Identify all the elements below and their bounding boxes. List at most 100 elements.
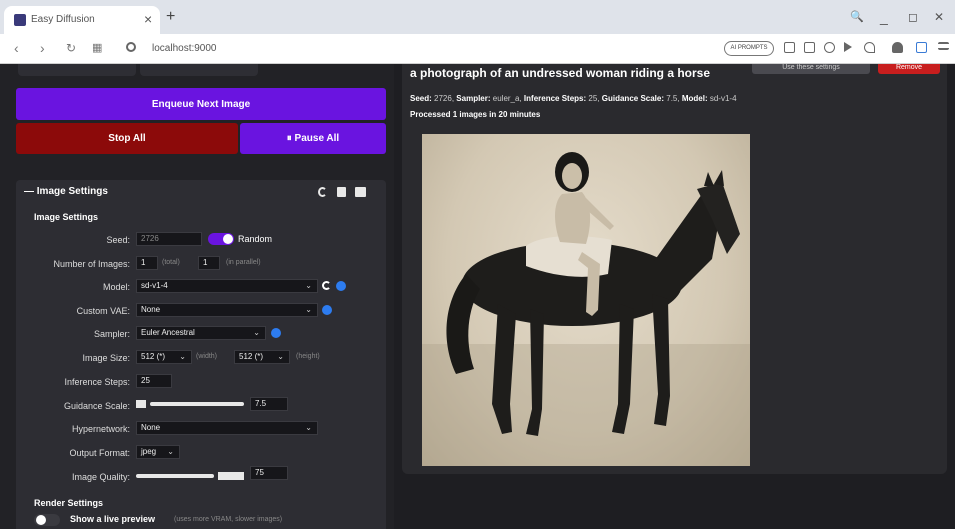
meta-seed-key: Seed: [410, 94, 432, 103]
refresh-icon[interactable] [322, 281, 331, 290]
inference-steps-input[interactable]: 25 [136, 374, 172, 388]
custom-vae-value: None [141, 305, 161, 314]
chevron-down-icon: ⌄ [277, 352, 284, 361]
info-icon[interactable] [336, 281, 346, 291]
search-tabs-icon[interactable]: 🔍 [850, 9, 864, 25]
reload-icon[interactable]: ↻ [66, 40, 76, 56]
address-bar: ‹ › ↻ ▦ localhost:9000 AI PROMPTS [0, 34, 955, 64]
info-icon[interactable] [271, 328, 281, 338]
profile-icon[interactable] [892, 42, 903, 53]
extension-icon[interactable] [916, 42, 927, 53]
live-preview-label: Show a live preview [70, 514, 156, 524]
site-info-icon[interactable] [126, 42, 136, 52]
enqueue-button[interactable]: Enqueue Next Image [16, 88, 386, 120]
settings-icon[interactable] [824, 42, 835, 53]
live-preview-toggle[interactable] [34, 514, 60, 526]
image-quality-input[interactable]: 75 [250, 466, 288, 480]
chevron-down-icon: ⌄ [167, 447, 174, 456]
ai-prompts-badge[interactable]: AI PROMPTS [724, 41, 774, 56]
pause-all-button[interactable]: ⏸ Pause All [240, 123, 386, 154]
reset-icon[interactable] [318, 187, 327, 197]
browse-button[interactable] [18, 64, 136, 76]
custom-vae-select[interactable]: None ⌄ [136, 303, 318, 317]
image-settings-subheading: Image Settings [34, 212, 99, 222]
play-icon[interactable] [844, 42, 852, 52]
url-field[interactable]: localhost:9000 [152, 43, 217, 54]
meta-steps-value: 25, [588, 94, 600, 103]
maximize-icon[interactable]: ◻ [908, 9, 918, 25]
back-icon[interactable]: ‹ [14, 40, 19, 56]
draw-button[interactable] [140, 64, 258, 76]
height-select[interactable]: 512 (*) ⌄ [234, 350, 290, 364]
inference-steps-label: Inference Steps: [64, 377, 130, 387]
hypernetwork-select[interactable]: None ⌄ [136, 421, 318, 435]
menu-icon[interactable] [938, 42, 949, 50]
meta-guidance-key: Guidance Scale: [601, 94, 665, 103]
random-seed-toggle[interactable] [208, 233, 234, 245]
sampler-select[interactable]: Euler Ancestral ⌄ [136, 326, 266, 340]
forward-icon[interactable]: › [40, 40, 45, 56]
tab-title: Easy Diffusion [31, 14, 95, 25]
tab-close-icon[interactable]: × [144, 11, 152, 27]
favorite-icon[interactable] [864, 42, 875, 53]
hypernetwork-label: Hypernetwork: [71, 424, 130, 434]
guidance-slider-handle[interactable] [136, 400, 146, 408]
seed-label: Seed: [106, 235, 130, 245]
sampler-label: Sampler: [93, 329, 130, 339]
width-hint: (width) [196, 353, 218, 360]
render-settings-heading: Render Settings [34, 498, 104, 508]
image-settings-header[interactable]: — Image Settings [24, 186, 108, 197]
new-tab-icon[interactable]: + [166, 9, 175, 25]
num-images-total-input[interactable]: 1 [136, 256, 158, 270]
chevron-down-icon: ⌄ [253, 328, 260, 337]
image-quality-slider[interactable] [136, 474, 214, 478]
meta-steps-key: Inference Steps: [523, 94, 587, 103]
height-hint: (height) [296, 353, 320, 360]
height-value: 512 (*) [239, 352, 264, 361]
num-images-parallel-input[interactable]: 1 [198, 256, 220, 270]
image-quality-slider-handle[interactable] [218, 472, 244, 480]
meta-seed-value: 2726, [434, 94, 455, 103]
model-select[interactable]: sd-v1-4 ⌄ [136, 279, 318, 293]
guidance-scale-slider[interactable] [150, 402, 244, 406]
prompt-text: a photograph of an undressed woman ridin… [410, 66, 711, 80]
meta-guidance-value: 7.5, [666, 94, 680, 103]
use-settings-button[interactable]: Use these settings [752, 64, 870, 74]
image-quality-label: Image Quality: [71, 472, 130, 482]
width-select[interactable]: 512 (*) ⌄ [136, 350, 192, 364]
close-window-icon[interactable]: ✕ [934, 9, 944, 25]
image-size-label: Image Size: [82, 353, 130, 363]
clipboard-icon[interactable] [337, 187, 346, 197]
guidance-scale-input[interactable]: 7.5 [250, 397, 288, 411]
custom-vae-label: Custom VAE: [76, 306, 130, 316]
stop-all-button[interactable]: Stop All [16, 123, 238, 154]
browser-tab[interactable]: Easy Diffusion × [4, 6, 160, 34]
processed-status: Processed 1 images in 20 minutes [410, 110, 541, 119]
meta-model-key: Model: [681, 94, 708, 103]
generation-metadata: Seed: 2726, Sampler: euler_a, Inference … [410, 94, 737, 103]
total-hint: (total) [162, 259, 180, 266]
model-value: sd-v1-4 [141, 281, 168, 290]
meta-model-value: sd-v1-4 [709, 94, 737, 103]
hypernetwork-value: None [141, 423, 161, 432]
generated-image[interactable] [422, 134, 750, 466]
chevron-down-icon: ⌄ [305, 423, 312, 432]
chevron-down-icon: ⌄ [305, 305, 312, 314]
screenshot-icon[interactable] [804, 42, 815, 53]
meta-sampler-value: euler_a, [492, 94, 522, 103]
chevron-down-icon: ⌄ [305, 281, 312, 290]
favicon-icon [14, 14, 26, 26]
model-label: Model: [102, 282, 130, 292]
copy-icon[interactable] [355, 187, 366, 197]
guidance-scale-label: Guidance Scale: [63, 401, 130, 411]
output-format-select[interactable]: jpeg ⌄ [136, 445, 180, 459]
output-format-label: Output Format: [69, 448, 130, 458]
minimize-icon[interactable]: _ [880, 9, 888, 25]
remove-button[interactable]: Remove [878, 64, 940, 74]
reader-icon[interactable] [784, 42, 795, 53]
browser-tab-bar: Easy Diffusion × + 🔍 _ ◻ ✕ [0, 0, 955, 34]
meta-sampler-key: Sampler: [456, 94, 491, 103]
info-icon[interactable] [322, 305, 332, 315]
seed-input[interactable]: 2726 [136, 232, 202, 246]
grid-icon[interactable]: ▦ [92, 40, 102, 56]
